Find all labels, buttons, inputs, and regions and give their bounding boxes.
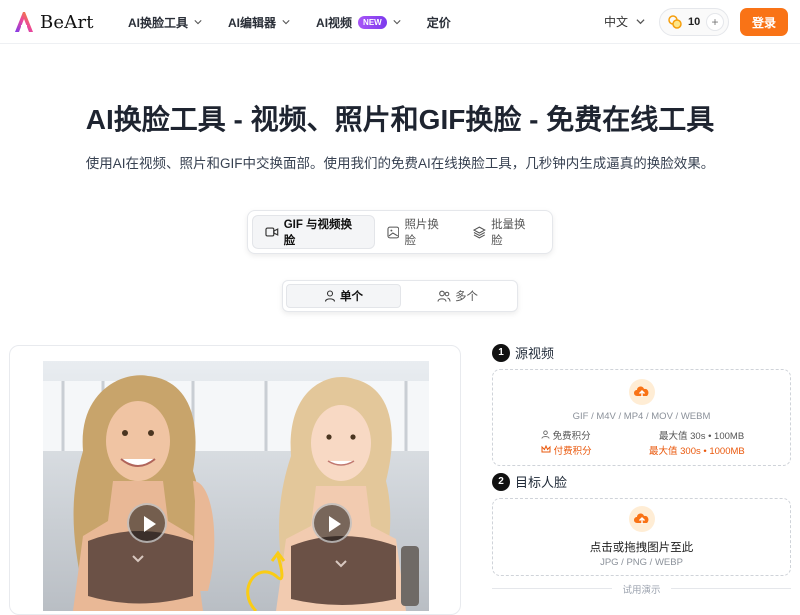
brand-name: BeArt bbox=[40, 11, 94, 33]
supported-formats: GIF / M4V / MP4 / MOV / WEBM bbox=[572, 411, 711, 422]
supported-formats: JPG / PNG / WEBP bbox=[600, 557, 683, 568]
image-icon bbox=[387, 226, 399, 238]
chevron-down-icon bbox=[636, 19, 645, 25]
free-credits-label: 免费积分 bbox=[541, 428, 591, 442]
mode-tabs: GIF 与视频换脸 照片换脸 批量换脸 bbox=[247, 210, 553, 254]
main-nav: AI换脸工具 AI编辑器 AI视频 NEW 定价 bbox=[128, 0, 477, 44]
layers-icon bbox=[473, 226, 487, 238]
toggle-single[interactable]: 单个 bbox=[286, 284, 401, 308]
coins-icon bbox=[668, 15, 682, 29]
add-credits-button[interactable]: + bbox=[706, 13, 724, 31]
tab-label: 照片换脸 bbox=[404, 219, 439, 247]
toggle-label: 多个 bbox=[455, 291, 478, 303]
nav-item-pricing[interactable]: 定价 bbox=[427, 14, 451, 31]
brand-logo[interactable]: BeArt bbox=[12, 10, 94, 34]
step-title: 目标人脸 bbox=[515, 475, 568, 490]
chevron-down-icon bbox=[393, 20, 401, 25]
tab-batch[interactable]: 批量换脸 bbox=[461, 215, 548, 249]
free-credits-text: 免费积分 bbox=[552, 431, 591, 442]
step-1-label: 1 源视频 bbox=[492, 343, 554, 362]
credits-widget[interactable]: 10 + bbox=[659, 8, 729, 36]
paid-limit: 最大值 300s • 1000MB bbox=[649, 446, 745, 457]
toggle-label: 单个 bbox=[340, 291, 363, 303]
demo-preview-panel bbox=[9, 345, 461, 615]
nav-label: AI视频 bbox=[316, 15, 353, 30]
source-photo-illustration bbox=[43, 361, 236, 611]
language-label: 中文 bbox=[604, 15, 629, 29]
video-icon bbox=[265, 227, 279, 237]
divider-line bbox=[671, 588, 791, 589]
result-photo-illustration bbox=[236, 361, 429, 611]
tab-label: 批量换脸 bbox=[491, 219, 526, 247]
source-video-preview[interactable] bbox=[43, 361, 236, 611]
page-subtitle: 使用AI在视频、照片和GIF中交换面部。使用我们的免费AI在线换脸工具，几秒钟内… bbox=[85, 156, 715, 171]
dropzone-prompt: 点击或拖拽图片至此 bbox=[589, 542, 694, 554]
step-number: 1 bbox=[492, 343, 510, 362]
login-button[interactable]: 登录 bbox=[740, 8, 788, 36]
step-title: 源视频 bbox=[515, 346, 555, 361]
user-icon bbox=[324, 290, 336, 302]
upload-cloud-icon bbox=[629, 379, 655, 405]
step-number: 2 bbox=[492, 472, 510, 491]
paid-credits-text: 付费积分 bbox=[553, 446, 592, 457]
users-icon bbox=[437, 290, 451, 302]
page-title: AI换脸工具 - 视频、照片和GIF换脸 - 免费在线工具 bbox=[85, 104, 715, 135]
play-button[interactable] bbox=[312, 503, 352, 543]
user-icon bbox=[541, 430, 550, 439]
crown-icon bbox=[541, 444, 551, 453]
nav-label: 定价 bbox=[426, 15, 451, 30]
logo-mark-icon bbox=[15, 12, 33, 32]
new-badge: NEW bbox=[358, 15, 387, 29]
source-video-dropzone[interactable]: GIF / M4V / MP4 / MOV / WEBM 免费积分 最大值 30… bbox=[492, 369, 791, 466]
face-count-toggle: 单个 多个 bbox=[282, 280, 518, 312]
top-header: BeArt AI换脸工具 AI编辑器 AI视频 NEW 定价 中文 10 + 登… bbox=[0, 0, 800, 44]
free-limit: 最大值 30s • 100MB bbox=[659, 431, 745, 442]
nav-item-video[interactable]: AI视频 NEW bbox=[316, 14, 401, 31]
upload-cloud-icon bbox=[629, 506, 655, 532]
nav-label: AI编辑器 bbox=[228, 15, 277, 30]
nav-item-faceswap[interactable]: AI换脸工具 bbox=[128, 14, 202, 31]
tab-label: GIF 与视频换脸 bbox=[283, 219, 353, 247]
tab-gif-video[interactable]: GIF 与视频换脸 bbox=[252, 215, 375, 249]
chevron-down-icon bbox=[194, 20, 202, 25]
nav-label: AI换脸工具 bbox=[128, 15, 189, 30]
trial-demo-label[interactable]: 试用演示 bbox=[492, 582, 791, 596]
language-selector[interactable]: 中文 bbox=[604, 13, 645, 30]
toggle-multiple[interactable]: 多个 bbox=[401, 284, 514, 308]
target-face-dropzone[interactable]: 点击或拖拽图片至此 JPG / PNG / WEBP bbox=[492, 498, 791, 576]
nav-item-editor[interactable]: AI编辑器 bbox=[228, 14, 290, 31]
chevron-down-icon bbox=[282, 20, 290, 25]
paid-credits-label: 付费积分 bbox=[541, 443, 592, 457]
result-video-preview[interactable] bbox=[236, 361, 429, 611]
play-button[interactable] bbox=[127, 503, 167, 543]
trial-demo-divider: 试用演示 bbox=[492, 582, 791, 596]
credits-count: 10 bbox=[688, 16, 701, 28]
tab-photo[interactable]: 照片换脸 bbox=[375, 215, 462, 249]
step-2-label: 2 目标人脸 bbox=[492, 472, 567, 491]
